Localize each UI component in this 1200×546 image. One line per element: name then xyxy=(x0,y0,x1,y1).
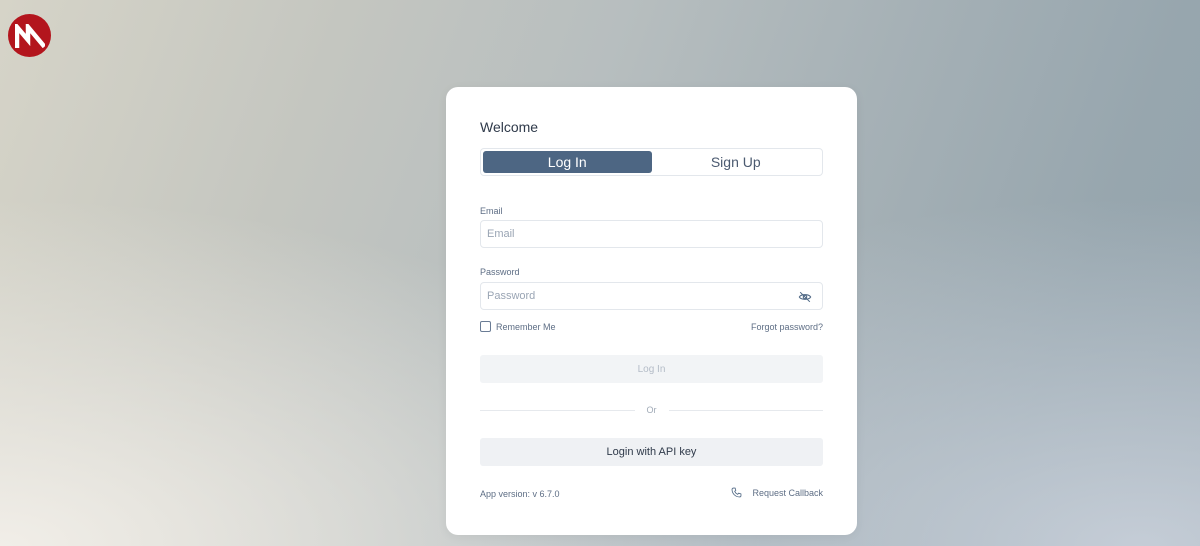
brand-logo-icon xyxy=(14,23,45,48)
auth-tabs: Log In Sign Up xyxy=(480,148,823,176)
remember-me-checkbox[interactable] xyxy=(480,321,491,332)
or-divider: Or xyxy=(480,405,823,415)
email-label: Email xyxy=(480,206,503,216)
tab-sign-up[interactable]: Sign Up xyxy=(652,151,821,173)
remember-me[interactable]: Remember Me xyxy=(480,321,556,332)
login-with-api-key-button[interactable]: Login with API key xyxy=(480,438,823,466)
phone-icon xyxy=(732,487,742,498)
password-input[interactable] xyxy=(480,282,823,310)
brand-logo[interactable] xyxy=(8,14,51,57)
divider-line-left xyxy=(480,409,635,411)
request-callback-label: Request Callback xyxy=(752,487,823,498)
login-card: Welcome Log In Sign Up Email Password Re… xyxy=(446,87,857,535)
divider-line-right xyxy=(668,409,823,411)
email-input[interactable] xyxy=(480,220,823,248)
forgot-password-link[interactable]: Forgot password? xyxy=(751,322,823,332)
card-title: Welcome xyxy=(480,119,539,135)
remember-me-label: Remember Me xyxy=(496,321,556,332)
divider-text: Or xyxy=(646,405,657,415)
app-version: App version: v 6.7.0 xyxy=(480,489,560,499)
log-in-button[interactable]: Log In xyxy=(480,355,823,383)
password-label: Password xyxy=(480,267,520,277)
request-callback-link[interactable]: Request Callback xyxy=(731,487,823,498)
eye-off-icon[interactable] xyxy=(798,290,812,304)
tab-log-in[interactable]: Log In xyxy=(483,151,652,173)
